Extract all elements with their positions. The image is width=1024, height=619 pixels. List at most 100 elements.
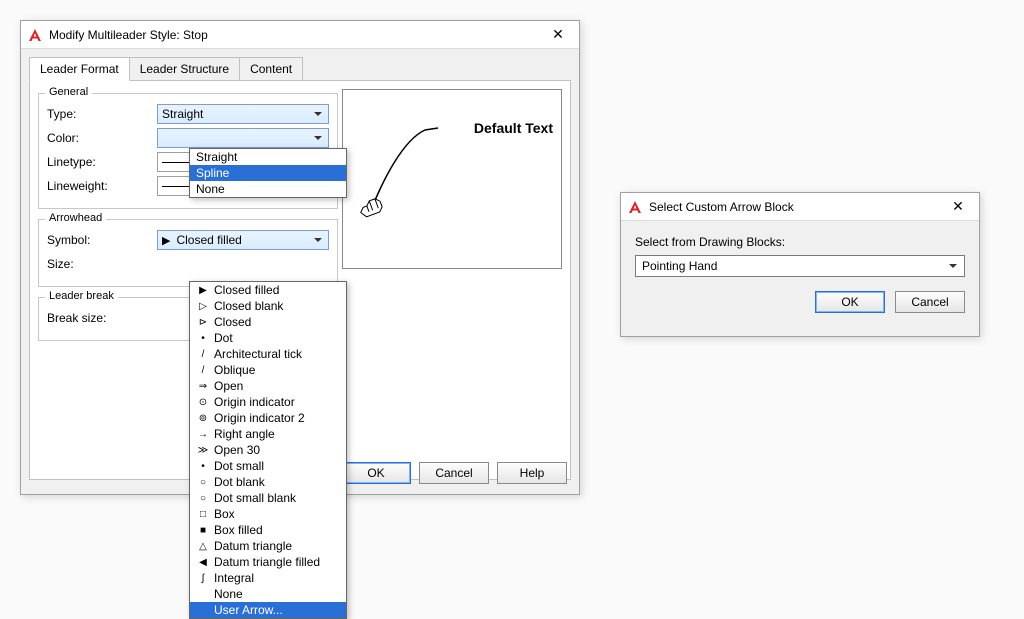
symbol-option-label: None (214, 587, 243, 601)
open-30-icon: ≫ (196, 445, 210, 456)
symbol-option-label: Closed (214, 315, 251, 329)
dot-icon: • (196, 333, 210, 344)
symbol-option[interactable]: ○ Dot small blank (190, 490, 346, 506)
symbol-combo[interactable]: ▶ Closed filled (157, 230, 329, 250)
symbol-option-label: Dot blank (214, 475, 265, 489)
symbol-option-label: User Arrow... (214, 603, 283, 617)
integral-icon: ∫ (196, 573, 210, 584)
symbol-option[interactable]: / Oblique (190, 362, 346, 378)
type-option-none[interactable]: None (190, 181, 346, 197)
symbol-option-label: Box (214, 507, 235, 521)
symbol-option-label: Dot (214, 331, 233, 345)
symbol-option[interactable]: ⊳ Closed (190, 314, 346, 330)
symbol-option[interactable]: ◀ Datum triangle filled (190, 554, 346, 570)
symbol-option[interactable]: ⊙ Origin indicator (190, 394, 346, 410)
drawing-blocks-select[interactable]: Pointing Hand (635, 255, 965, 277)
oblique-icon: / (196, 365, 210, 376)
symbol-option[interactable]: ∫ Integral (190, 570, 346, 586)
type-dropdown-list: Straight Spline None (189, 148, 347, 198)
close-button[interactable]: ✕ (943, 197, 973, 217)
modify-multileader-dialog: Modify Multileader Style: Stop ✕ Leader … (20, 20, 580, 495)
select-custom-arrow-dialog: Select Custom Arrow Block ✕ Select from … (620, 192, 980, 337)
size-label: Size: (47, 257, 157, 271)
dialog-buttons: OK Cancel Help (341, 462, 567, 484)
arrowhead-group: Arrowhead Symbol: ▶ Closed filled Size: (38, 219, 338, 287)
symbol-option[interactable]: ⇒Open (190, 378, 346, 394)
symbol-option-label: Origin indicator 2 (214, 411, 305, 425)
dropdown-caret-icon (944, 256, 962, 276)
symbol-option[interactable]: ▷ Closed blank (190, 298, 346, 314)
symbol-option-label: Datum triangle filled (214, 555, 320, 569)
tab-leader-structure[interactable]: Leader Structure (129, 57, 240, 81)
titlebar: Modify Multileader Style: Stop ✕ (21, 21, 579, 49)
closed-filled-icon: ▶ (196, 285, 210, 296)
tab-content[interactable]: Content (239, 57, 303, 81)
origin-indicator-2-icon: ⊚ (196, 413, 210, 424)
architectural-tick-icon: / (196, 349, 210, 360)
drawing-blocks-value: Pointing Hand (642, 259, 717, 273)
symbol-option[interactable]: △Datum triangle (190, 538, 346, 554)
box-icon: □ (196, 509, 210, 520)
symbol-option[interactable]: ○ Dot blank (190, 474, 346, 490)
cancel-button[interactable]: Cancel (419, 462, 489, 484)
symbol-option[interactable]: ⊚ Origin indicator 2 (190, 410, 346, 426)
symbol-option-label: Architectural tick (214, 347, 302, 361)
color-combo[interactable] (157, 128, 329, 148)
symbol-option[interactable]: / Architectural tick (190, 346, 346, 362)
preview-leader-graphic (343, 90, 563, 270)
general-legend: General (45, 86, 92, 98)
ok-button[interactable]: OK (341, 462, 411, 484)
dialog-buttons: OK Cancel (635, 291, 965, 313)
origin-indicator-icon: ⊙ (196, 397, 210, 408)
cancel-button[interactable]: Cancel (895, 291, 965, 313)
type-option-spline[interactable]: Spline (190, 165, 346, 181)
closed-filled-arrow-icon: ▶ (162, 234, 170, 247)
select-prompt: Select from Drawing Blocks: (635, 235, 965, 249)
tab-leader-format[interactable]: Leader Format (29, 57, 130, 81)
symbol-option-label: Origin indicator (214, 395, 295, 409)
closed-blank-icon: ▷ (196, 301, 210, 312)
ok-button[interactable]: OK (815, 291, 885, 313)
symbol-option[interactable]: → Right angle (190, 426, 346, 442)
dot-blank-icon: ○ (196, 477, 210, 488)
symbol-option[interactable]: ▶Closed filled (190, 282, 346, 298)
symbol-option-label: Box filled (214, 523, 263, 537)
type-combo[interactable]: Straight (157, 104, 329, 124)
close-button[interactable]: ✕ (543, 25, 573, 45)
symbol-option[interactable]: •Dot small (190, 458, 346, 474)
symbol-option[interactable]: • Dot (190, 330, 346, 346)
linetype-label: Linetype: (47, 155, 157, 169)
autocad-icon (27, 27, 43, 43)
dialog-body: Select from Drawing Blocks: Pointing Han… (621, 221, 979, 323)
dot-small-blank-icon: ○ (196, 493, 210, 504)
dialog-title: Select Custom Arrow Block (649, 200, 943, 214)
symbol-option[interactable]: User Arrow... (190, 602, 346, 618)
symbol-option-label: Integral (214, 571, 254, 585)
symbol-option[interactable]: ■Box filled (190, 522, 346, 538)
symbol-option[interactable]: ≫ Open 30 (190, 442, 346, 458)
symbol-option-label: Closed blank (214, 299, 283, 313)
symbol-option-label: Dot small blank (214, 491, 296, 505)
symbol-option[interactable]: □ Box (190, 506, 346, 522)
symbol-option-label: Dot small (214, 459, 264, 473)
right-angle-icon: → (196, 429, 210, 440)
dialog-title: Modify Multileader Style: Stop (49, 28, 543, 42)
symbol-option-label: Open 30 (214, 443, 260, 457)
symbol-option-label: Right angle (214, 427, 275, 441)
symbol-option-label: Datum triangle (214, 539, 292, 553)
help-button[interactable]: Help (497, 462, 567, 484)
symbol-option-label: Oblique (214, 363, 255, 377)
type-label: Type: (47, 107, 157, 121)
symbol-option-label: Open (214, 379, 243, 393)
symbol-combo-value: Closed filled (176, 233, 241, 247)
type-option-straight[interactable]: Straight (190, 149, 346, 165)
breaksize-label: Break size: (47, 311, 157, 325)
symbol-option[interactable]: None (190, 586, 346, 602)
autocad-icon (627, 199, 643, 215)
lineweight-label: Lineweight: (47, 179, 157, 193)
color-label: Color: (47, 131, 157, 145)
datum-triangle-filled-icon: ◀ (196, 557, 210, 568)
preview-pane: Default Text (342, 89, 562, 269)
closed-icon: ⊳ (196, 317, 210, 328)
titlebar: Select Custom Arrow Block ✕ (621, 193, 979, 221)
